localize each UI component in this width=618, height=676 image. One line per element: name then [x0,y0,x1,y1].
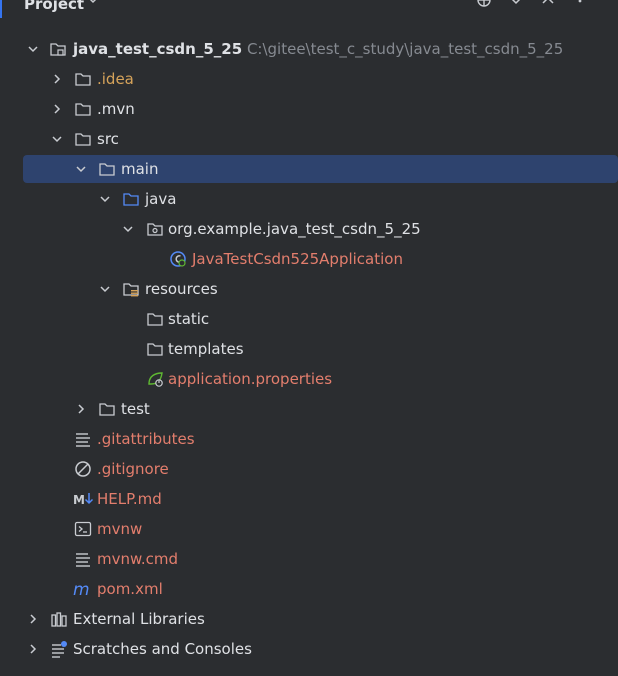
collapse-all-icon[interactable] [538,0,558,10]
chevron-down-icon[interactable] [50,132,64,146]
tree-row-pom-xml[interactable]: m pom.xml [0,574,618,604]
tree-label: JavaTestCsdn525Application [192,250,403,268]
locate-target-icon[interactable] [474,0,494,10]
tree-row-main[interactable]: main [0,154,618,184]
chevron-right-icon[interactable] [50,72,64,86]
options-kebab-icon[interactable] [570,0,590,10]
chevron-right-icon[interactable] [26,642,40,656]
tree-label: HELP.md [97,490,162,508]
tree-label: .mvn [97,100,135,118]
library-icon [51,612,67,627]
tree-label: .idea [97,70,134,88]
tree-row-scratches-and-consoles[interactable]: Scratches and Consoles [0,634,618,664]
folder-icon [99,163,115,176]
tree-row-application-class[interactable]: JavaTestCsdn525Application [0,244,618,274]
ignore-file-icon [75,461,91,477]
tree-label: templates [168,340,244,358]
tree-label: test [121,400,150,418]
markdown-icon: M [73,493,94,507]
tree-row-mvnw-cmd[interactable]: mvnw.cmd [0,544,618,574]
tree-row-mvnw[interactable]: mvnw [0,514,618,544]
tree-label: .gitattributes [97,430,195,448]
module-folder-icon [50,43,66,56]
hide-panel-icon[interactable] [602,0,618,10]
project-name: java_test_csdn_5_25 [73,40,243,58]
folder-icon [75,73,91,86]
resources-root-folder-icon [123,283,139,297]
folder-icon [99,403,115,416]
svg-text:M: M [73,493,85,507]
tree-row-test[interactable]: test [0,394,618,424]
tree-row-idea[interactable]: .idea [0,64,618,94]
tree-row-gitignore[interactable]: .gitignore [0,454,618,484]
spring-properties-icon [148,372,163,387]
tree-row-gitattributes[interactable]: .gitattributes [0,424,618,454]
panel-title[interactable]: Project [24,0,84,14]
shell-script-icon [74,521,92,537]
chevron-down-icon[interactable] [86,0,100,7]
expand-all-icon[interactable] [506,0,526,10]
tree-label: main [121,160,159,178]
source-root-folder-icon [123,193,139,206]
tree-label: static [168,310,210,328]
chevron-down-icon[interactable] [98,192,112,206]
tree-row-java[interactable]: java [0,184,618,214]
chevron-right-icon[interactable] [26,612,40,626]
tree-row-help-md[interactable]: M HELP.md [0,484,618,514]
tree-row-external-libraries[interactable]: External Libraries [0,604,618,634]
tree-label: mvnw.cmd [97,550,179,568]
chevron-right-icon[interactable] [74,402,88,416]
folder-icon [75,103,91,116]
chevron-down-icon[interactable] [74,162,88,176]
tree-label: External Libraries [73,610,205,628]
text-file-icon [76,433,90,447]
maven-icon: m [73,580,90,598]
tree-row-mvn[interactable]: .mvn [0,94,618,124]
tree-label: org.example.java_test_csdn_5_25 [168,220,421,238]
text-file-icon [76,553,90,567]
tree-label: Scratches and Consoles [73,640,252,658]
tree-row-templates[interactable]: templates [0,334,618,364]
folder-icon [75,133,91,146]
tree-row-application-properties[interactable]: application.properties [0,364,618,394]
tree-row-project-root[interactable]: java_test_csdn_5_25 C:\gitee\test_c_stud… [0,34,618,64]
chevron-right-icon[interactable] [50,102,64,116]
tree-label: application.properties [168,370,333,388]
chevron-down-icon[interactable] [121,222,135,236]
svg-text:m: m [73,580,90,598]
tree-label: .gitignore [97,460,169,478]
tree-row-src[interactable]: src [0,124,618,154]
tree-row-static[interactable]: static [0,304,618,334]
tree-row-resources[interactable]: resources [0,274,618,304]
folder-icon [147,313,163,326]
package-icon [147,223,163,236]
folder-icon [147,343,163,356]
tree-label: mvnw [97,520,143,538]
chevron-down-icon[interactable] [98,282,112,296]
spring-boot-class-icon [170,251,186,267]
tree-label: java [145,190,177,208]
project-panel-header: Project [0,0,618,14]
tree-row-package[interactable]: org.example.java_test_csdn_5_25 [0,214,618,244]
project-path: C:\gitee\test_c_study\java_test_csdn_5_2… [246,40,564,58]
tree-label: pom.xml [97,580,163,598]
chevron-down-icon[interactable] [26,42,40,56]
tree-label: src [97,130,119,148]
scratches-icon [52,641,67,658]
tree-label: resources [145,280,218,298]
